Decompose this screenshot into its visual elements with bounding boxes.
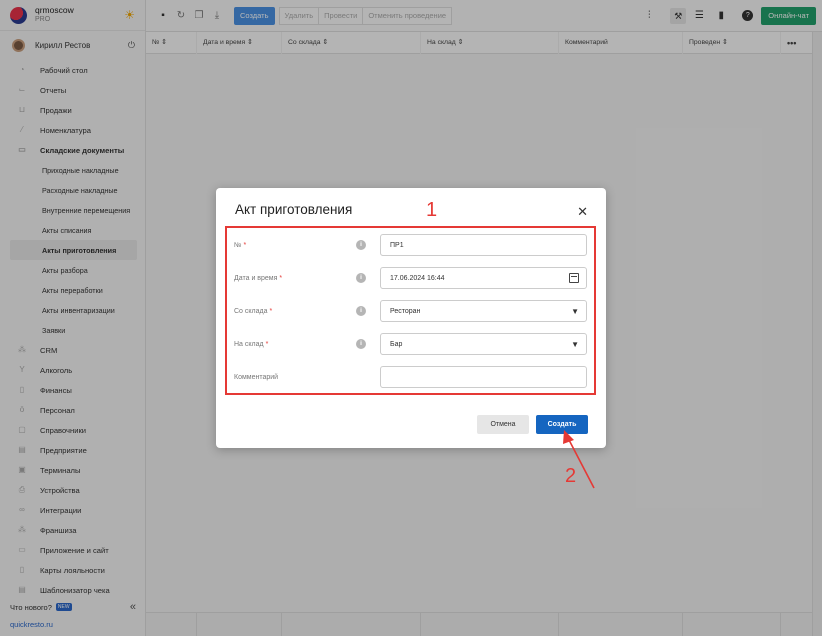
datetime-value: 17.06.2024 16:44 xyxy=(390,274,445,282)
number-input[interactable]: ПР1 xyxy=(380,234,587,256)
field-label: Комментарий xyxy=(234,373,279,381)
from-warehouse-value: Ресторан xyxy=(390,307,421,315)
comment-input[interactable] xyxy=(380,366,587,388)
to-warehouse-value: Бар xyxy=(390,340,403,348)
field-label: На склад * xyxy=(234,340,269,348)
cooking-act-dialog: Акт приготовления ✕ № * i ПР1 Дата и вре… xyxy=(216,188,606,448)
dialog-title: Акт приготовления xyxy=(235,202,353,217)
datetime-input[interactable]: 17.06.2024 16:44 xyxy=(380,267,587,289)
info-icon[interactable]: i xyxy=(356,306,366,316)
info-icon[interactable]: i xyxy=(356,339,366,349)
comment-row: Комментарий xyxy=(234,366,589,388)
caret-down-icon: ▼ xyxy=(571,339,579,349)
annotation-number-two: 2 xyxy=(565,465,577,487)
number-row: № * i ПР1 xyxy=(234,234,589,256)
caret-down-icon: ▼ xyxy=(571,306,579,316)
datetime-row: Дата и время * i 17.06.2024 16:44 xyxy=(234,267,589,289)
to-warehouse-row: На склад * i Бар ▼ xyxy=(234,333,589,355)
annotation-number-one: 1 xyxy=(426,199,438,221)
field-label: Со склада * xyxy=(234,307,273,315)
close-icon[interactable]: ✕ xyxy=(577,204,588,220)
field-label: № * xyxy=(234,241,247,249)
info-icon[interactable]: i xyxy=(356,273,366,283)
field-label: Дата и время * xyxy=(234,274,283,282)
to-warehouse-select[interactable]: Бар ▼ xyxy=(380,333,587,355)
info-icon[interactable]: i xyxy=(356,240,366,250)
from-warehouse-select[interactable]: Ресторан ▼ xyxy=(380,300,587,322)
calendar-icon[interactable] xyxy=(569,273,579,283)
from-warehouse-row: Со склада * i Ресторан ▼ xyxy=(234,300,589,322)
cancel-button[interactable]: Отмена xyxy=(477,415,529,434)
